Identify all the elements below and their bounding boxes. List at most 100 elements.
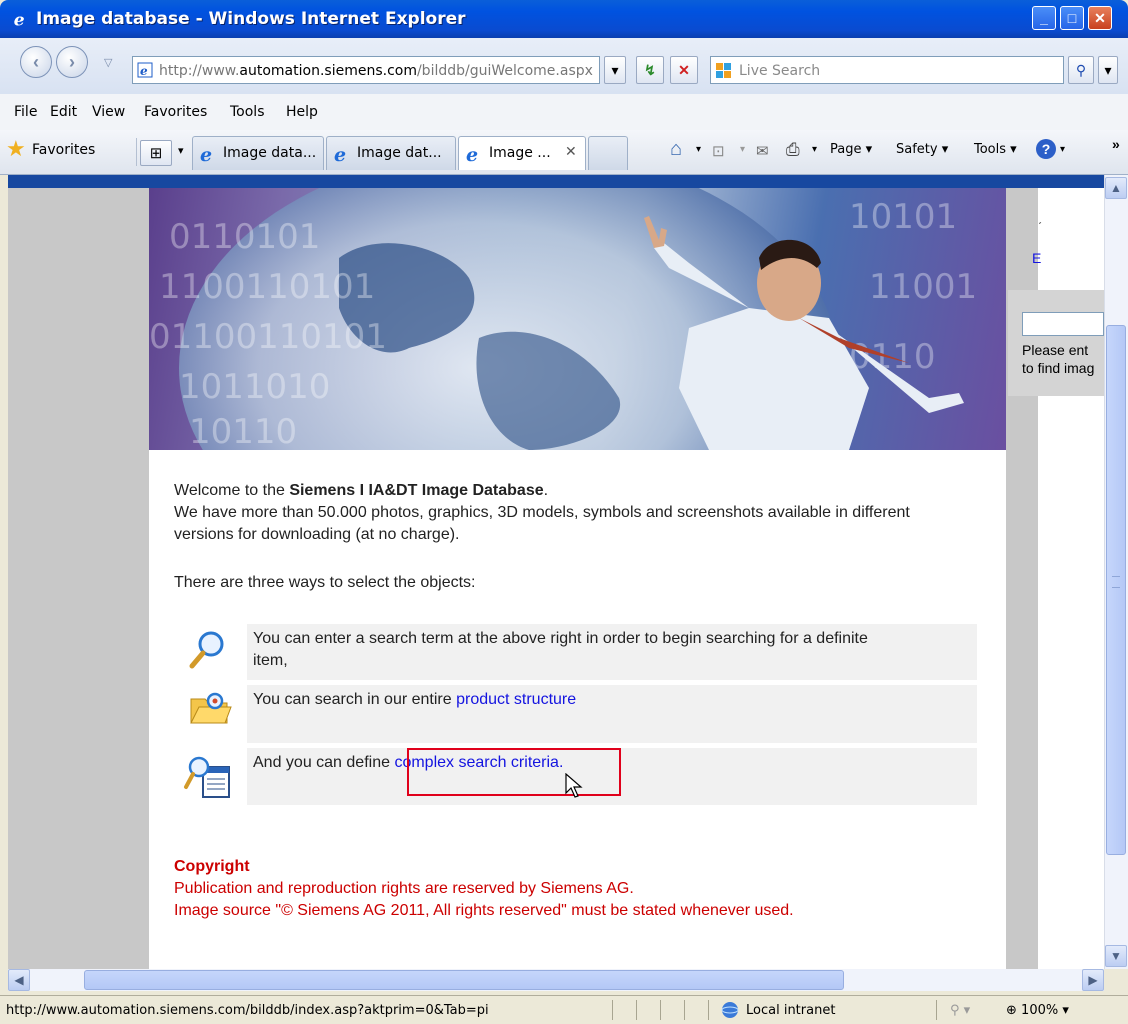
vertical-scroll-thumb[interactable] xyxy=(1106,325,1126,855)
side-search-panel: Please ent to find imag xyxy=(1008,290,1104,396)
title-bar: e Image database - Windows Internet Expl… xyxy=(0,0,1128,38)
header-strip xyxy=(8,175,1104,188)
intro-text: There are three ways to select the objec… xyxy=(174,574,476,591)
svg-text:0110101: 0110101 xyxy=(169,217,320,257)
side-search-hint-1: Please ent xyxy=(1022,342,1089,358)
welcome-text: Welcome to the Siemens I IA&DT Image Dat… xyxy=(174,482,910,543)
toolbar-overflow-icon[interactable]: » xyxy=(1112,136,1120,152)
menu-favorites[interactable]: Favorites xyxy=(144,104,207,120)
star-icon: ★ xyxy=(6,136,26,161)
welcome-line-3: versions for downloading (at no charge). xyxy=(174,526,460,543)
search-icon[interactable]: ⚲ xyxy=(1068,56,1094,84)
grip-icon xyxy=(1112,576,1120,588)
hero-banner-image: 0110101 1100110101 01100110101 1011010 1… xyxy=(149,188,1006,450)
divider xyxy=(936,1000,937,1020)
refresh-icon[interactable]: ↯ xyxy=(636,56,664,84)
address-input[interactable]: e http://www.automation.siemens.com/bild… xyxy=(132,56,600,84)
recent-pages-dropdown-icon[interactable]: ▽ xyxy=(104,56,112,69)
folder-search-icon xyxy=(190,692,232,724)
svg-text:10101: 10101 xyxy=(849,197,957,237)
menu-bar: File Edit View Favorites Tools Help xyxy=(0,94,1128,131)
page-menu[interactable]: Page ▾ xyxy=(830,142,872,157)
copyright-section: Copyright Publication and reproduction r… xyxy=(174,856,794,922)
search-placeholder: Live Search xyxy=(739,63,821,79)
search-options-icon[interactable]: ▾ xyxy=(1098,56,1118,84)
svg-text:e: e xyxy=(14,10,25,28)
svg-text:01100110101: 01100110101 xyxy=(149,317,387,357)
quick-tabs-icon[interactable]: ⊞ xyxy=(140,140,172,166)
protected-mode-icon[interactable]: ⚲ ▾ xyxy=(950,1003,970,1018)
maximize-icon[interactable]: □ xyxy=(1060,6,1084,30)
divider xyxy=(612,1000,613,1020)
home-dropdown-icon[interactable]: ▾ xyxy=(696,144,701,155)
svg-text:10110: 10110 xyxy=(189,412,297,450)
mouse-cursor-icon xyxy=(565,773,583,798)
print-icon[interactable]: ⎙ xyxy=(786,140,800,160)
option-2-text: You can search in our entire product str… xyxy=(253,691,577,708)
tab-image-database-2[interactable]: e Image dat... xyxy=(326,136,456,170)
favorites-button[interactable]: ★ Favorites xyxy=(6,136,136,164)
forward-button[interactable]: › xyxy=(56,46,88,78)
mail-icon[interactable]: ✉ xyxy=(756,142,769,160)
feeds-dropdown-icon[interactable]: ▾ xyxy=(740,144,745,155)
tab-image-database-1[interactable]: e Image data... xyxy=(192,136,324,170)
menu-tools[interactable]: Tools xyxy=(230,104,265,120)
new-tab-button[interactable] xyxy=(588,136,628,170)
stop-icon[interactable]: ✕ xyxy=(670,56,698,84)
zoom-icon: ⊕ xyxy=(1006,1003,1017,1018)
security-zone: Local intranet xyxy=(746,1003,836,1018)
print-dropdown-icon[interactable]: ▾ xyxy=(812,144,817,155)
ie-tab-icon: e xyxy=(200,144,212,164)
minimize-icon[interactable]: _ xyxy=(1032,6,1056,30)
tab-label: Image dat... xyxy=(357,145,442,161)
svg-text:0110: 0110 xyxy=(849,337,936,377)
welcome-line-2: We have more than 50.000 photos, graphic… xyxy=(174,504,910,521)
scroll-up-icon[interactable]: ▲ xyxy=(1105,177,1127,199)
safety-menu[interactable]: Safety ▾ xyxy=(896,142,948,157)
svg-text:1011010: 1011010 xyxy=(179,367,330,407)
search-form-icon xyxy=(184,756,230,798)
magnifier-icon xyxy=(189,631,224,669)
divider xyxy=(136,138,137,166)
scroll-left-icon[interactable]: ◀ xyxy=(8,969,30,991)
close-icon[interactable]: ✕ xyxy=(1088,6,1112,30)
ie-tab-icon: e xyxy=(466,144,478,164)
live-search-input[interactable]: Live Search xyxy=(710,56,1064,84)
option-product-structure: You can search in our entire product str… xyxy=(247,685,977,743)
horizontal-scrollbar[interactable]: ◀ ▶ xyxy=(8,969,1104,991)
globe-businessman-illustration: 0110101 1100110101 01100110101 1011010 1… xyxy=(149,188,977,450)
vertical-scrollbar[interactable]: ▲ ▼ xyxy=(1104,175,1128,969)
divider xyxy=(708,1000,709,1020)
close-tab-icon[interactable]: ✕ xyxy=(565,144,577,160)
copyright-line-1: Publication and reproduction rights are … xyxy=(174,880,634,897)
address-url: http://www.automation.siemens.com/bilddb… xyxy=(159,63,593,79)
help-icon[interactable]: ? xyxy=(1036,139,1056,159)
database-name: Siemens I IA&DT Image Database xyxy=(289,482,544,499)
side-search-input[interactable] xyxy=(1022,312,1104,336)
menu-view[interactable]: View xyxy=(92,104,125,120)
scroll-down-icon[interactable]: ▼ xyxy=(1105,945,1127,967)
feeds-icon[interactable]: ⊡ xyxy=(712,142,725,160)
tab-image-database-active[interactable]: e Image ... ✕ xyxy=(458,136,586,170)
tab-label: Image ... xyxy=(489,145,551,161)
favorites-tab-bar: ★ Favorites ⊞ ▾ e Image data... e Image … xyxy=(0,130,1128,175)
svg-text:e: e xyxy=(140,64,148,78)
window-title: Image database - Windows Internet Explor… xyxy=(36,9,466,29)
page-content: 0110101 1100110101 01100110101 1011010 1… xyxy=(149,188,1006,969)
product-structure-link[interactable]: product structure xyxy=(456,691,576,708)
menu-help[interactable]: Help xyxy=(286,104,318,120)
back-button[interactable]: ‹ xyxy=(20,46,52,78)
zoom-level[interactable]: ⊕ 100% ▾ xyxy=(1006,1003,1069,1018)
side-link[interactable]: E xyxy=(1032,250,1041,266)
horizontal-scroll-thumb[interactable] xyxy=(84,970,844,990)
tools-menu[interactable]: Tools ▾ xyxy=(974,142,1017,157)
svg-text:1100110101: 1100110101 xyxy=(159,267,375,307)
home-icon[interactable]: ⌂ xyxy=(670,138,682,161)
address-dropdown-button[interactable]: ▾ xyxy=(604,56,626,84)
menu-edit[interactable]: Edit xyxy=(50,104,77,120)
scroll-right-icon[interactable]: ▶ xyxy=(1082,969,1104,991)
live-search-logo-icon xyxy=(716,63,731,78)
help-dropdown-icon[interactable]: ▾ xyxy=(1060,144,1065,155)
menu-file[interactable]: File xyxy=(14,104,37,120)
tab-list-dropdown-icon[interactable]: ▾ xyxy=(178,144,184,157)
